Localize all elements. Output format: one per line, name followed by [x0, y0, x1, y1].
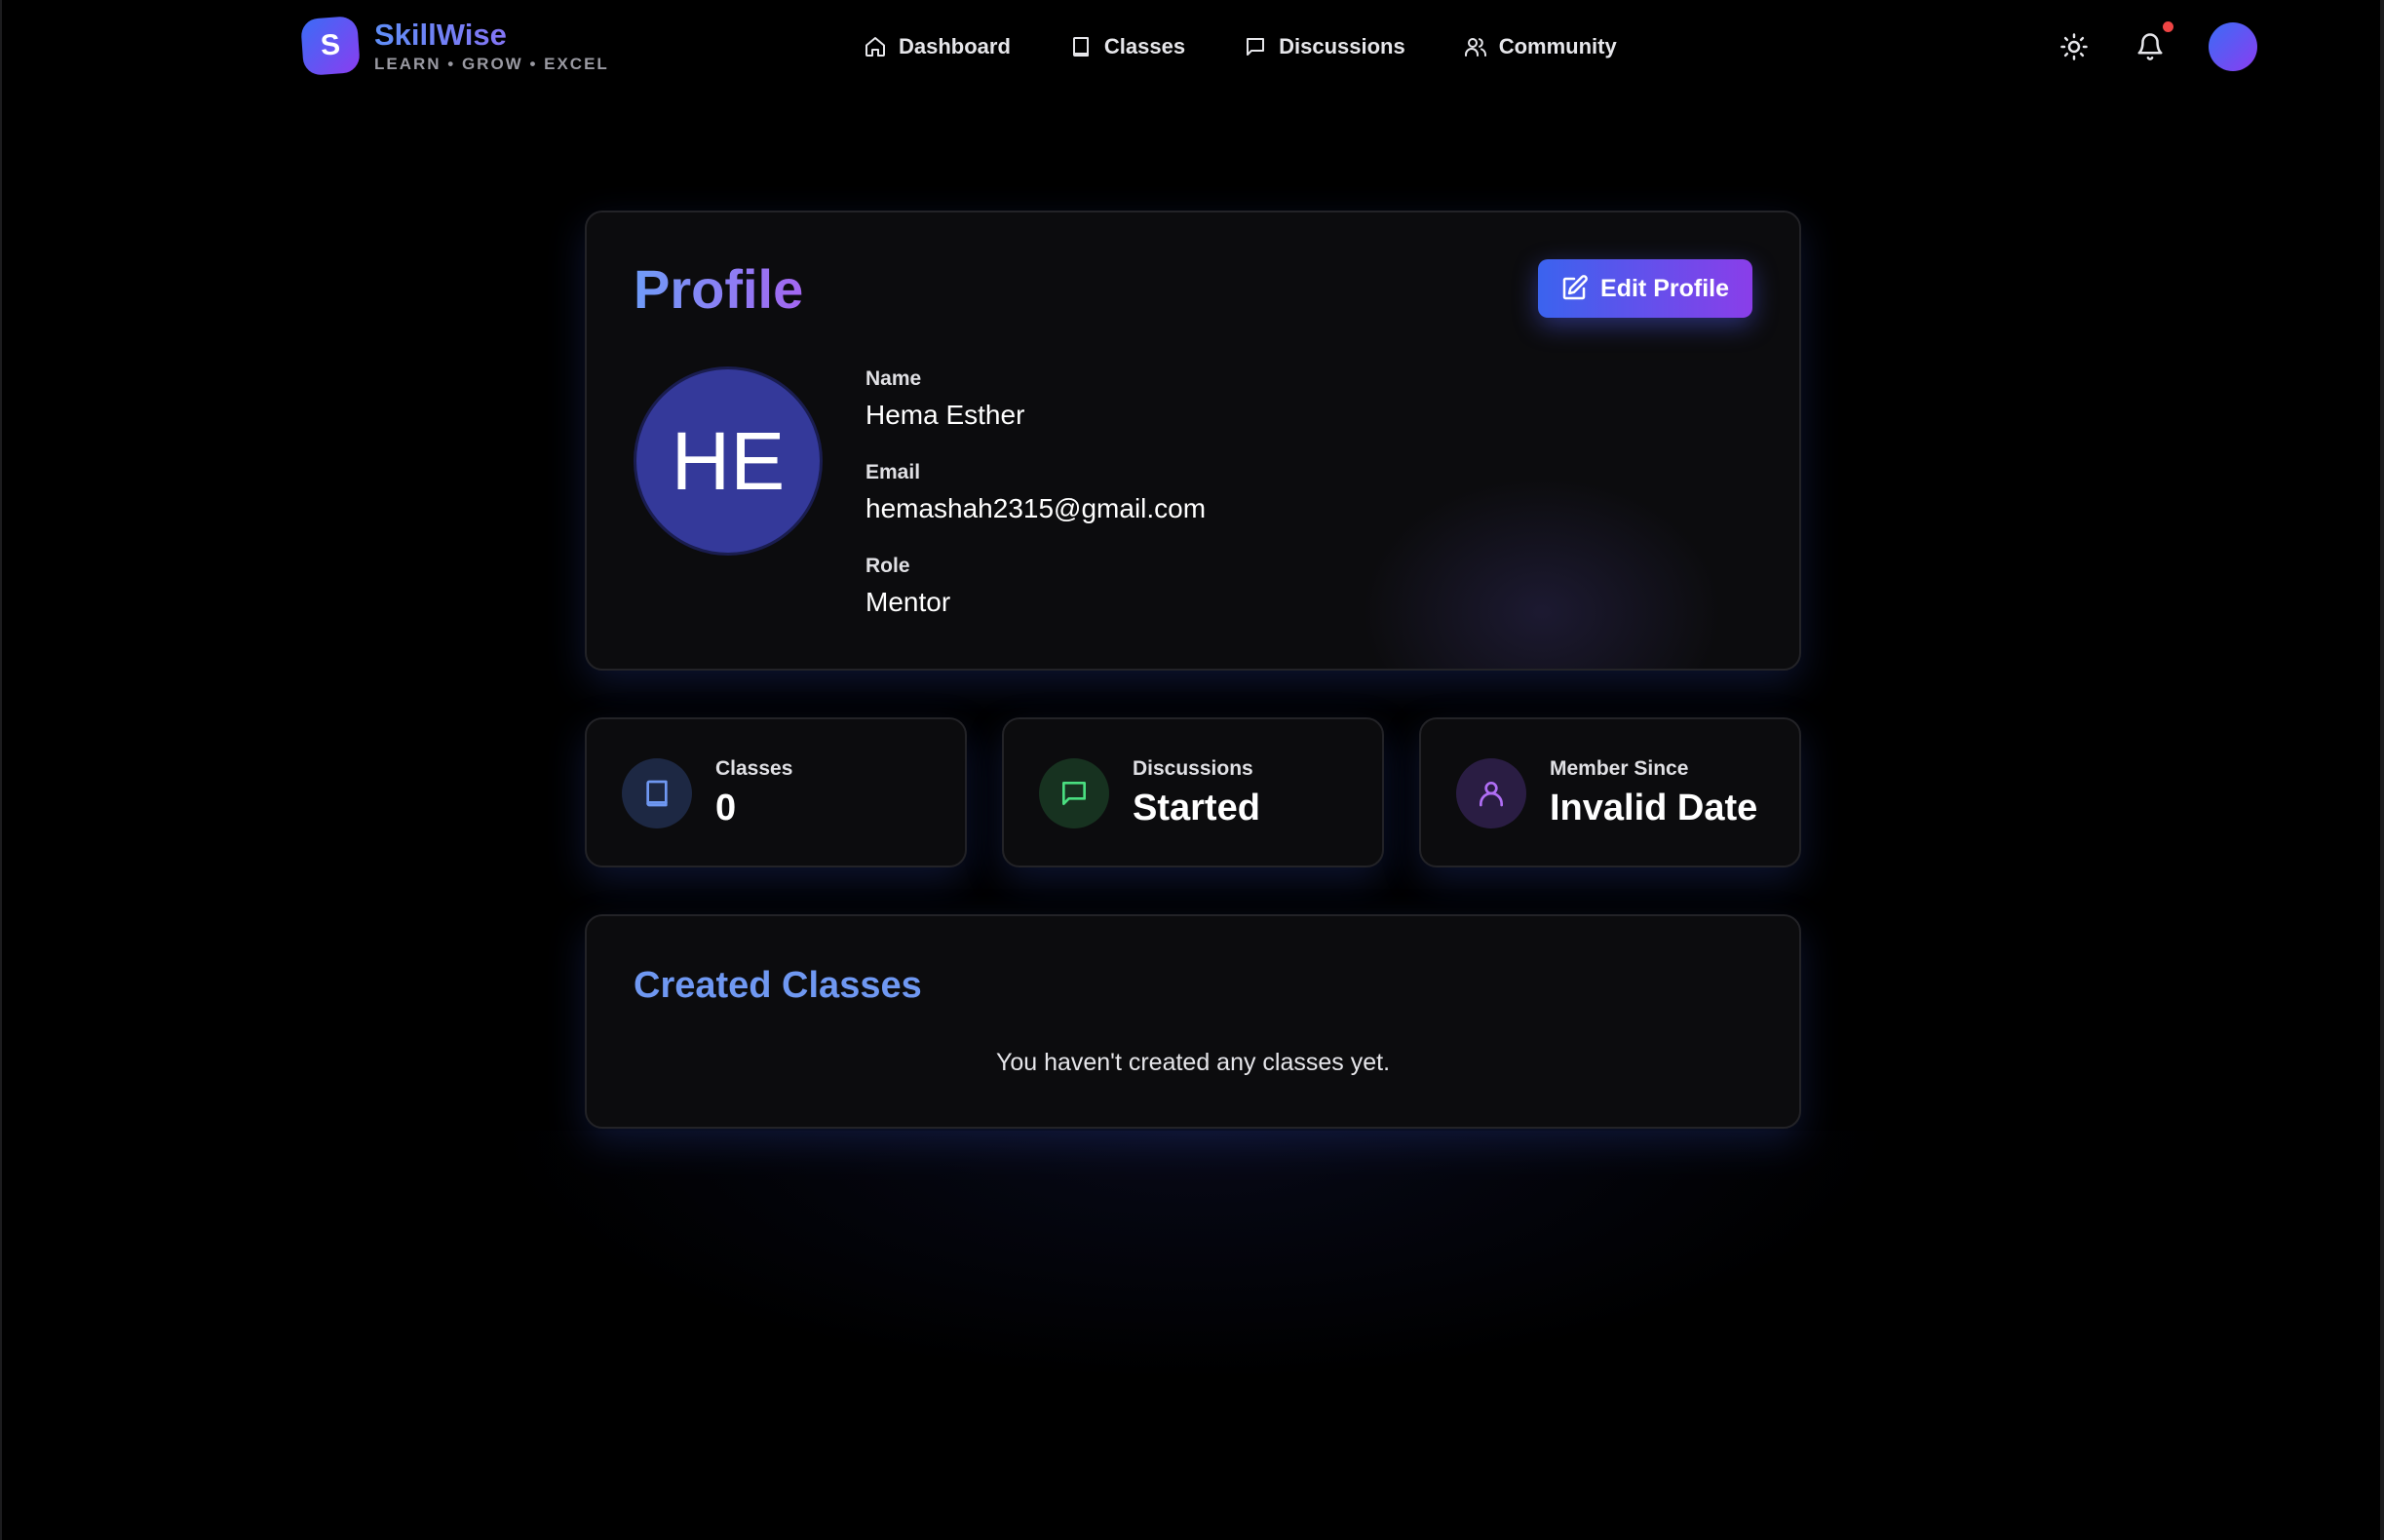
- edit-icon: [1562, 275, 1588, 300]
- edit-profile-button[interactable]: Edit Profile: [1538, 259, 1752, 318]
- book-icon: [1072, 37, 1089, 57]
- nav-link-classes[interactable]: Classes: [1069, 29, 1185, 64]
- role-field: Role Mentor: [865, 554, 950, 620]
- book-icon: [646, 780, 668, 807]
- stat-text: Member Since Invalid Date: [1550, 756, 1757, 830]
- email-field: Email hemashah2315@gmail.com: [865, 460, 1206, 526]
- page-title: Profile: [634, 255, 803, 324]
- decorative-glow: [489, 1131, 1903, 1384]
- stat-label: Discussions: [1133, 757, 1253, 780]
- app-window: S SkillWise LEARN • GROW • EXCEL Dashboa…: [0, 0, 2384, 1540]
- email-label: Email: [865, 461, 921, 483]
- email-value: hemashah2315@gmail.com: [865, 493, 1207, 523]
- brand-name[interactable]: SkillWise: [374, 18, 609, 53]
- brand-text: SkillWise LEARN • GROW • EXCEL: [374, 18, 609, 74]
- message-icon: [1247, 38, 1265, 56]
- role-value: Mentor: [865, 587, 951, 617]
- name-value: Hema Esther: [865, 400, 1025, 430]
- stat-value: Started: [1133, 788, 1260, 828]
- message-icon: [1062, 782, 1086, 805]
- stat-label: Member Since: [1550, 757, 1689, 780]
- stat-card-member-since: Member Since Invalid Date: [1419, 717, 1801, 867]
- user-avatar-button[interactable]: [2209, 22, 2257, 71]
- stat-text: Discussions Started: [1133, 756, 1260, 830]
- brand-logo[interactable]: S: [300, 16, 361, 76]
- stat-text: Classes 0: [715, 756, 792, 830]
- edit-profile-label: Edit Profile: [1600, 274, 1729, 302]
- home-icon: [865, 37, 885, 57]
- avatar: HE: [634, 366, 823, 556]
- nav-link-community[interactable]: Community: [1464, 29, 1617, 64]
- nav-link-dashboard[interactable]: Dashboard: [864, 29, 1011, 64]
- stat-value: 0: [715, 788, 737, 828]
- stat-value: Invalid Date: [1550, 788, 1758, 828]
- stat-card-discussions: Discussions Started: [1002, 717, 1384, 867]
- stat-icon-wrap: [622, 758, 692, 828]
- top-navbar: S SkillWise LEARN • GROW • EXCEL Dashboa…: [2, 0, 2382, 94]
- created-classes-title: Created Classes: [634, 965, 922, 1006]
- role-label: Role: [865, 555, 910, 577]
- brand-tagline: LEARN • GROW • EXCEL: [374, 55, 609, 73]
- name-field: Name Hema Esther: [865, 366, 1024, 433]
- notification-dot: [2163, 21, 2173, 32]
- empty-state-message: You haven't created any classes yet.: [995, 1049, 1391, 1076]
- bell-icon: [2137, 33, 2163, 60]
- nav-link-label: Discussions: [1279, 34, 1405, 58]
- decorative-glow: [1347, 466, 1737, 669]
- stat-icon-wrap: [1039, 758, 1109, 828]
- users-icon: [1464, 38, 1486, 57]
- nav-link-label: Community: [1498, 34, 1617, 58]
- name-label: Name: [865, 367, 922, 390]
- nav-link-discussions[interactable]: Discussions: [1244, 29, 1405, 64]
- user-icon: [1480, 782, 1503, 807]
- nav-link-label: Dashboard: [899, 34, 1011, 58]
- stat-card-classes: Classes 0: [585, 717, 967, 867]
- brand[interactable]: S SkillWise LEARN • GROW • EXCEL: [300, 16, 609, 76]
- sun-icon: [2060, 33, 2088, 60]
- stat-icon-wrap: [1456, 758, 1526, 828]
- nav-link-label: Classes: [1103, 34, 1186, 58]
- profile-card: Profile Edit Profile HE Name Hema Esther…: [585, 211, 1801, 671]
- header-actions: [2049, 21, 2257, 72]
- created-classes-card: Created Classes You haven't created any …: [585, 914, 1801, 1129]
- main-nav: Dashboard Classes Discussions Community: [864, 29, 1675, 64]
- stat-label: Classes: [715, 757, 793, 780]
- notifications-button[interactable]: [2125, 21, 2175, 72]
- theme-toggle-button[interactable]: [2049, 21, 2099, 72]
- scrollbar[interactable]: [2380, 0, 2384, 1540]
